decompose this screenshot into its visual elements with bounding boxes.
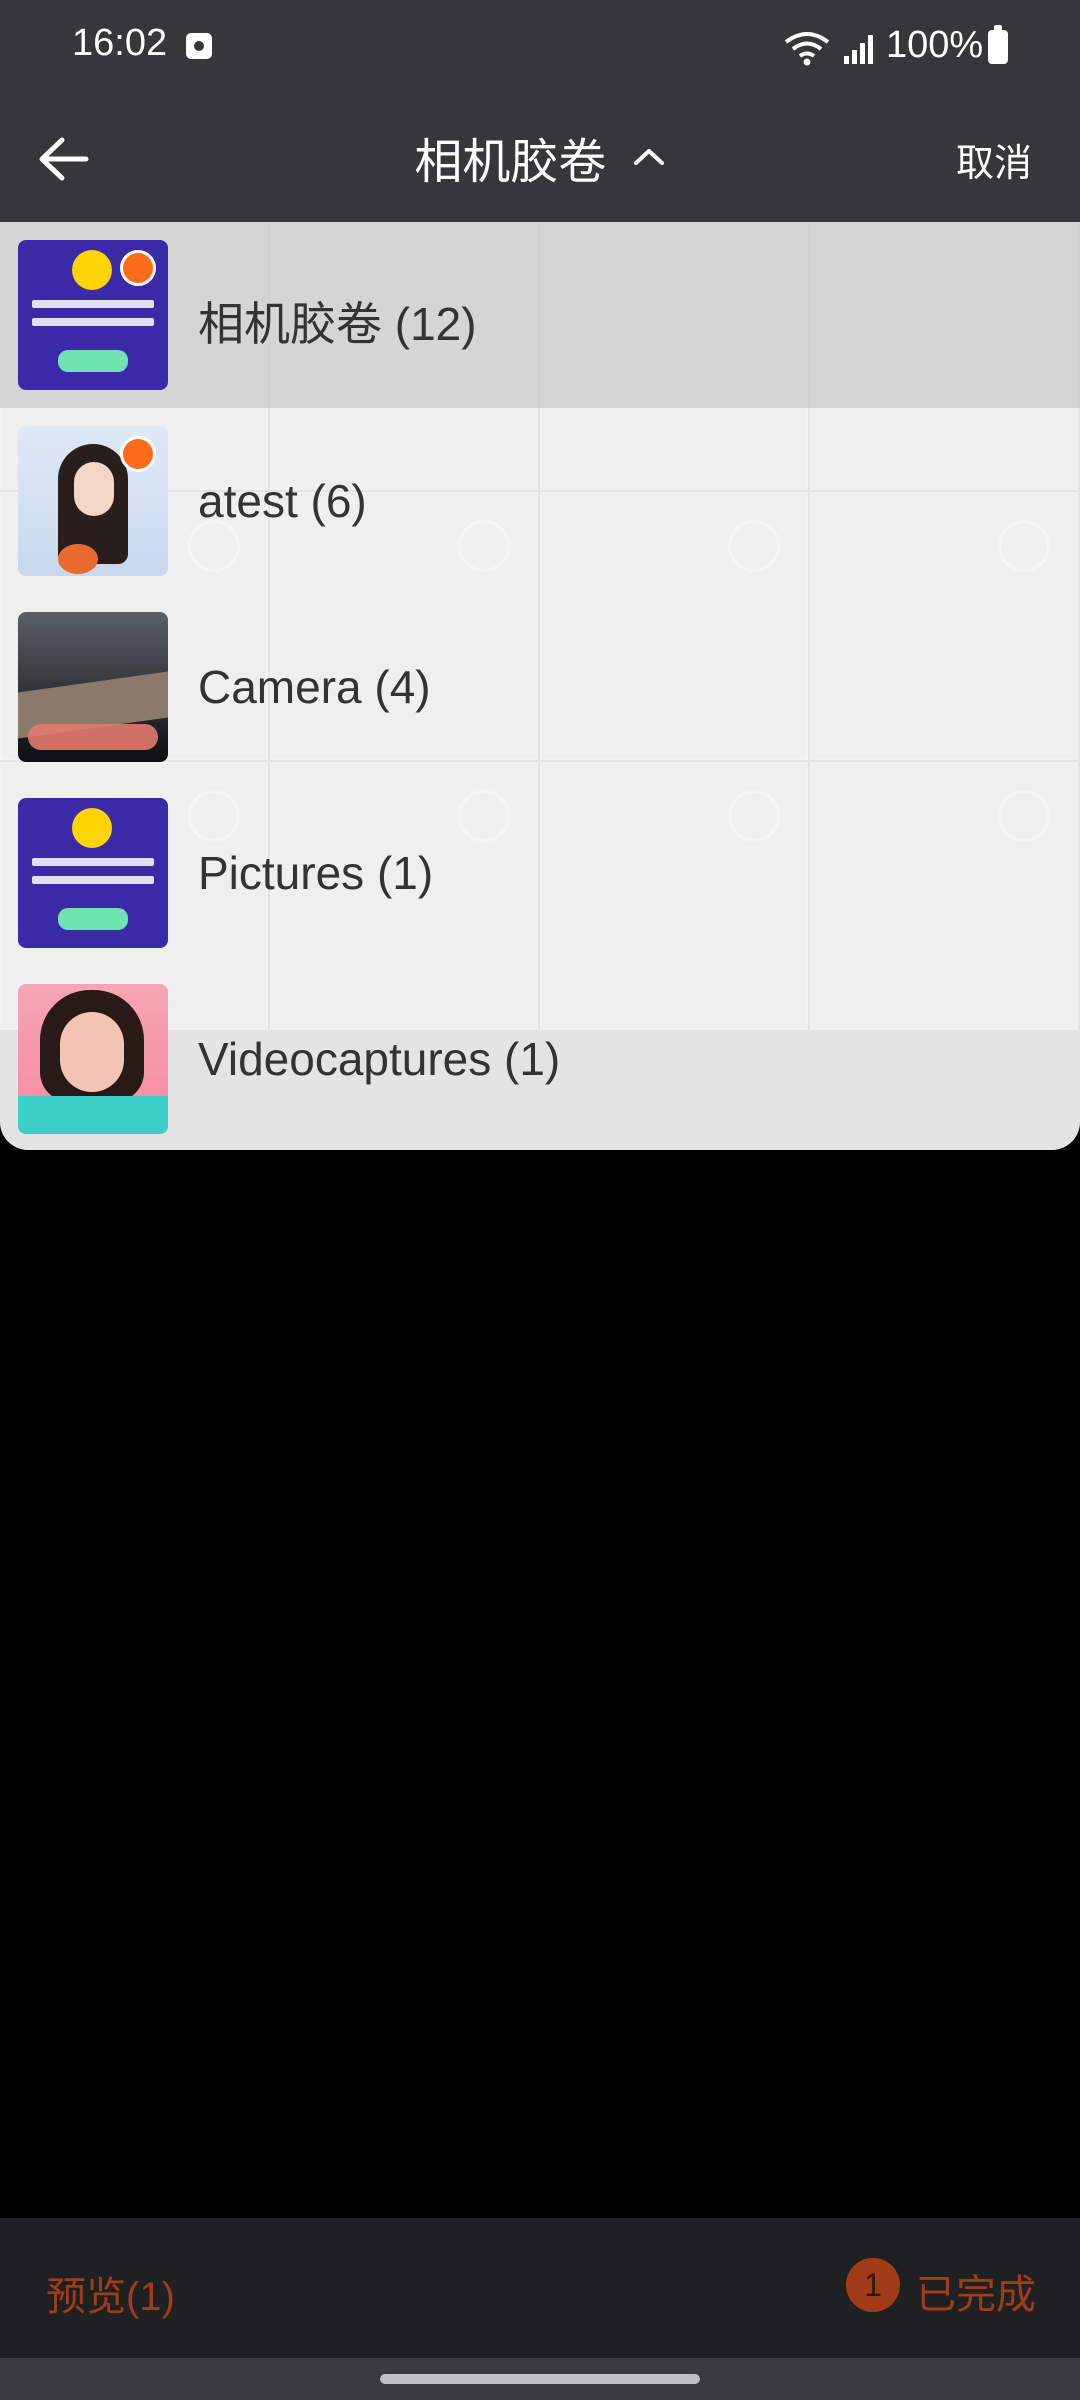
album-selector[interactable]: 相机胶卷 (0, 122, 1080, 192)
album-thumbnail (18, 984, 168, 1134)
selected-dot-icon (120, 436, 156, 472)
album-item-camera[interactable]: Camera (4) (0, 594, 1080, 780)
preview-button[interactable]: 预览(1) (46, 2264, 175, 2322)
album-item-videocaptures[interactable]: Videocaptures (1) (0, 966, 1080, 1150)
battery-icon (988, 25, 1008, 64)
top-bar: 相机胶卷 取消 (0, 96, 1080, 222)
emoji-icon (72, 808, 112, 848)
album-label: atest (6) (198, 475, 367, 527)
album-item-camera-roll[interactable]: 相机胶卷 (12) (0, 222, 1080, 408)
status-time: 16:02 (72, 22, 168, 64)
album-item-pictures[interactable]: Pictures (1) (0, 780, 1080, 966)
battery-percent: 100% (886, 24, 984, 66)
wifi-icon (784, 32, 830, 66)
album-thumbnail (18, 612, 168, 762)
chevron-up-icon[interactable] (632, 145, 666, 169)
album-thumbnail (18, 798, 168, 948)
home-handle[interactable] (380, 2374, 700, 2384)
selected-dot-icon (120, 250, 156, 286)
signal-icon (844, 35, 873, 64)
album-label: Videocaptures (1) (198, 1033, 561, 1085)
page-title[interactable]: 相机胶卷 (414, 122, 606, 192)
cancel-button[interactable]: 取消 (956, 132, 1032, 187)
emoji-icon (72, 250, 112, 290)
album-label: Camera (4) (198, 661, 431, 713)
selected-count-badge: 1 (846, 2258, 900, 2312)
album-label: 相机胶卷 (12) (198, 298, 477, 350)
album-dropdown: 相机胶卷 (12) atest (6) Camera (4) Pictures … (0, 222, 1080, 1150)
album-label: Pictures (1) (198, 847, 434, 899)
album-item-atest[interactable]: atest (6) (0, 408, 1080, 594)
status-bar: 16:02 100% (0, 0, 1080, 96)
screen-record-icon (186, 33, 212, 59)
bottom-bar: 预览(1) 1 已完成 (0, 2218, 1080, 2358)
done-button[interactable]: 已完成 (916, 2262, 1036, 2320)
